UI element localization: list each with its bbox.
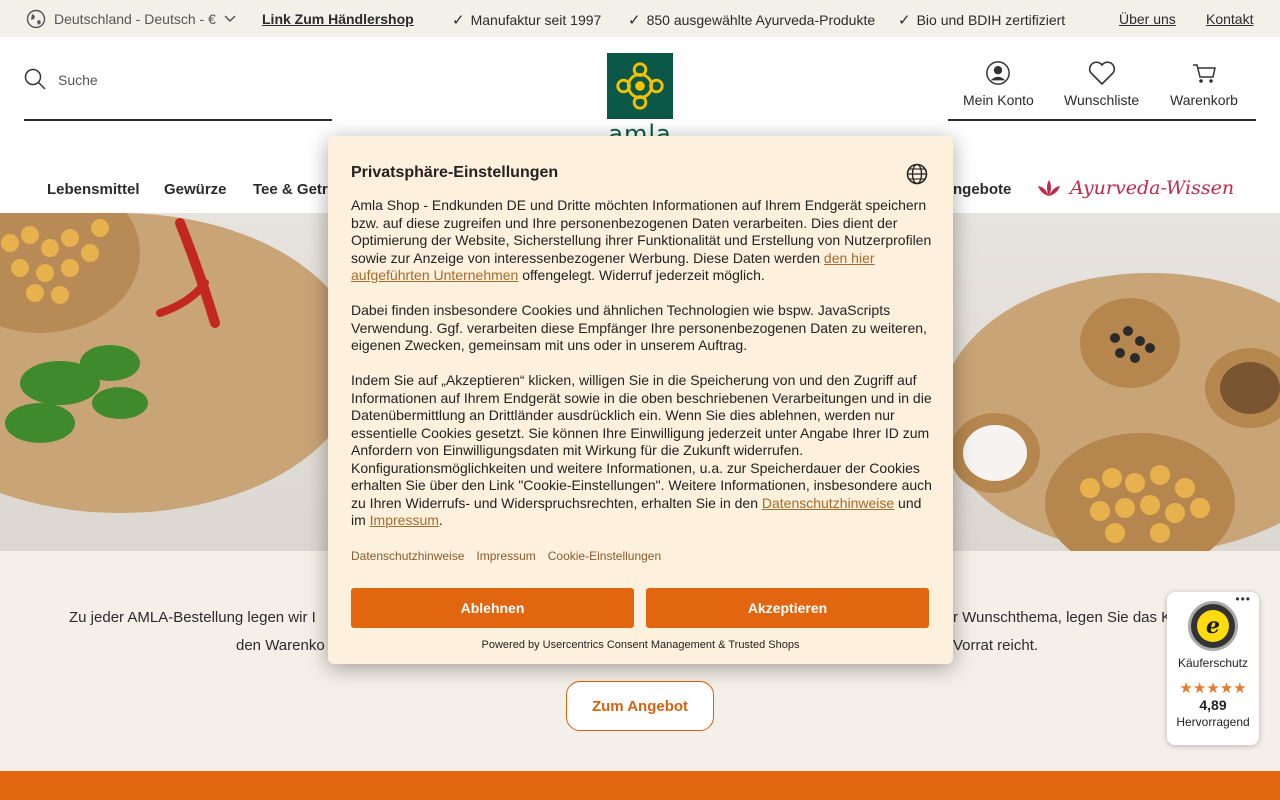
imprint-link[interactable]: Impressum bbox=[476, 549, 535, 563]
promo-text: r Wunschthema, legen Sie das K bbox=[953, 609, 1172, 626]
privacy-link-inline[interactable]: Datenschutzhinweise bbox=[762, 495, 894, 511]
account-label: Mein Konto bbox=[963, 92, 1034, 108]
about-link[interactable]: Über uns bbox=[1119, 11, 1176, 27]
check-icon: ✓ bbox=[452, 12, 465, 29]
brand-logo[interactable] bbox=[607, 53, 673, 119]
promo-text: den Warenko bbox=[236, 637, 325, 654]
privacy-link[interactable]: Datenschutzhinweise bbox=[351, 549, 464, 563]
consent-paragraph: Indem Sie auf „Akzeptieren“ klicken, wil… bbox=[351, 372, 933, 530]
consent-dialog: Privatsphäre-Einstellungen Amla Shop - E… bbox=[328, 136, 953, 664]
more-icon[interactable]: ••• bbox=[1235, 592, 1251, 606]
cookie-settings-link[interactable]: Cookie-Einstellungen bbox=[548, 549, 661, 563]
contact-link[interactable]: Kontakt bbox=[1206, 11, 1253, 27]
search-placeholder: Suche bbox=[58, 72, 98, 88]
nav-item-angebote[interactable]: ngebote bbox=[953, 181, 1011, 198]
chevron-down-icon bbox=[224, 15, 236, 23]
nav-item-lebensmittel[interactable]: Lebensmittel bbox=[47, 181, 140, 198]
trusted-shops-badge[interactable]: ••• e Käuferschutz ★★★★★ 4,89 Hervorrage… bbox=[1167, 592, 1259, 745]
globe-icon bbox=[26, 9, 46, 29]
imprint-link-inline[interactable]: Impressum bbox=[370, 512, 439, 528]
cart-label: Warenkorb bbox=[1170, 92, 1238, 108]
nav-item-gewuerze[interactable]: Gewürze bbox=[164, 181, 227, 198]
wishlist-button[interactable]: Wunschliste bbox=[1064, 60, 1139, 108]
search-icon bbox=[24, 68, 46, 90]
rating-grade: Hervorragend bbox=[1176, 715, 1250, 729]
language-globe-icon[interactable] bbox=[906, 163, 928, 185]
logo-emblem-icon bbox=[616, 62, 664, 110]
orange-footer-bar bbox=[0, 771, 1280, 800]
locale-label: Deutschland - Deutsch - € bbox=[54, 11, 216, 27]
usp-item: ✓ Manufaktur seit 1997 bbox=[452, 11, 601, 29]
dealer-shop-link[interactable]: Link Zum Händlershop bbox=[262, 11, 414, 27]
wishlist-label: Wunschliste bbox=[1064, 92, 1140, 108]
cart-icon bbox=[1192, 64, 1216, 83]
consent-paragraph: Dabei finden insbesondere Cookies und äh… bbox=[351, 302, 927, 353]
usp-item: ✓ 850 ausgewählte Ayurveda-Produkte bbox=[628, 11, 875, 29]
consent-body: Amla Shop - Endkunden DE und Dritte möch… bbox=[351, 197, 933, 547]
promo-text: Zu jeder AMLA-Bestellung legen wir I bbox=[69, 609, 316, 626]
powered-by-text: Powered by Usercentrics Consent Manageme… bbox=[481, 639, 800, 651]
consent-text: Indem Sie auf „Akzeptieren“ klicken, wil… bbox=[351, 372, 932, 511]
header-account-area: Mein Konto Wunschliste Warenkorb bbox=[948, 60, 1256, 121]
ayurveda-wissen-label: Ayurveda-Wissen bbox=[1070, 177, 1235, 199]
rating-stars: ★★★★★ bbox=[1179, 680, 1247, 697]
offer-button[interactable]: Zum Angebot bbox=[566, 681, 714, 731]
top-info-bar: Deutschland - Deutsch - € Link Zum Händl… bbox=[0, 0, 1280, 37]
rating-value: 4,89 bbox=[1199, 697, 1227, 713]
usp-label: Bio und BDIH zertifiziert bbox=[916, 12, 1066, 28]
buyer-protection-label: Käuferschutz bbox=[1177, 656, 1249, 670]
account-button[interactable]: Mein Konto bbox=[963, 60, 1034, 108]
check-icon: ✓ bbox=[898, 12, 911, 29]
usp-label: 850 ausgewählte Ayurveda-Produkte bbox=[646, 12, 876, 28]
decline-button[interactable]: Ablehnen bbox=[351, 588, 634, 628]
consent-text: . bbox=[438, 512, 443, 528]
promo-text: Vorrat reicht. bbox=[953, 637, 1039, 654]
trusted-shops-seal-icon: e bbox=[1188, 601, 1238, 651]
heart-icon bbox=[1088, 61, 1115, 86]
user-icon bbox=[986, 61, 1011, 85]
search-input[interactable]: Suche bbox=[24, 68, 332, 121]
accept-button[interactable]: Akzeptieren bbox=[646, 588, 929, 628]
consent-paragraph: Amla Shop - Endkunden DE und Dritte möch… bbox=[351, 197, 933, 285]
usp-label: Manufaktur seit 1997 bbox=[470, 12, 602, 28]
consent-title: Privatsphäre-Einstellungen bbox=[351, 164, 559, 181]
nav-item-tee[interactable]: Tee & Getr bbox=[253, 181, 328, 198]
check-icon: ✓ bbox=[628, 12, 641, 29]
locale-selector[interactable]: Deutschland - Deutsch - € bbox=[26, 9, 236, 29]
lotus-icon bbox=[1038, 180, 1060, 196]
consent-footer-links: Datenschutzhinweise Impressum Cookie-Ein… bbox=[351, 549, 661, 563]
consent-text: offengelegt. Widerruf jederzeit möglich. bbox=[518, 267, 765, 283]
nav-item-ayurveda-wissen[interactable]: Ayurveda-Wissen bbox=[1036, 177, 1234, 199]
cart-button[interactable]: Warenkorb bbox=[1170, 60, 1238, 108]
usp-item: ✓ Bio und BDIH zertifiziert bbox=[898, 11, 1065, 29]
